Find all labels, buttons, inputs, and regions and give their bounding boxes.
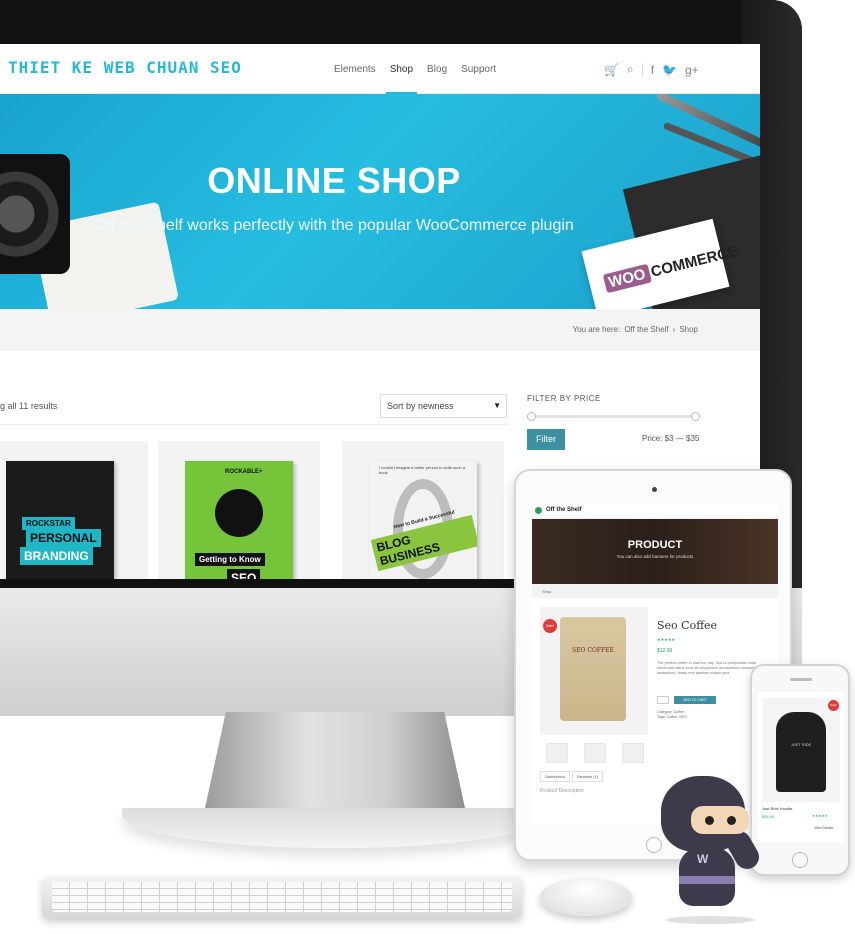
gallery-thumbnail[interactable] (584, 743, 606, 763)
product-name[interactable]: Just Ride Hoodie (762, 806, 792, 811)
nav-item-blog[interactable]: Blog (427, 64, 447, 75)
tablet-camera (652, 487, 657, 492)
caret-down-icon: ▼ (493, 401, 501, 410)
mascot-shadow (665, 916, 755, 924)
sale-badge: Sale! (828, 700, 839, 711)
breadcrumb-prefix: You are here: (572, 325, 621, 334)
quantity-input[interactable] (657, 696, 669, 704)
product-description-heading: Product Description (540, 788, 584, 794)
tab-description[interactable]: Description (540, 771, 571, 782)
google-plus-icon[interactable]: g+ (685, 63, 699, 77)
leaf-icon (535, 507, 542, 514)
product-price: $12.99 (657, 648, 673, 654)
mascot-face (691, 806, 749, 834)
hero-title: ONLINE SHOP (207, 160, 461, 201)
showcase: THIET KE WEB CHUAN SEO Elements Shop Blo… (0, 0, 855, 934)
bag-label: SEO COFFEE (572, 647, 614, 654)
gallery-thumbnail[interactable] (546, 743, 568, 763)
tablet-header: Off the Shelf (532, 503, 778, 519)
gallery-thumbnail[interactable] (622, 743, 644, 763)
tablet-logo[interactable]: Off the Shelf (546, 507, 582, 513)
breadcrumb-link-home[interactable]: Off the Shelf (624, 325, 668, 334)
book-cover-personal-branding: ROCKSTAR PERSONAL BRANDING (6, 461, 114, 579)
sort-value: Sort by newness (387, 401, 454, 411)
phone-screen: JUST RIDE Sale! Just Ride Hoodie $35.00 … (758, 692, 844, 842)
rating-stars: ★★★★★ (657, 637, 675, 642)
mascot-belt (679, 876, 735, 884)
add-to-cart-button[interactable]: ADD TO CART (674, 696, 716, 704)
filter-button[interactable]: Filter (527, 429, 565, 450)
product-card[interactable]: I couldn't imagine a better person to wr… (342, 441, 504, 579)
coffee-bag-image: SEO COFFEE (560, 617, 626, 721)
slider-handle-max[interactable] (691, 412, 700, 421)
site-logo[interactable]: THIET KE WEB CHUAN SEO (8, 58, 242, 77)
book-cover-getting-to-know-seo: ROCKABLE+ Getting to Know SEO (185, 461, 293, 579)
product-title: Seo Coffee (657, 619, 718, 632)
tablet-hero-subtitle: You can also add banners for products (616, 554, 694, 559)
product-card[interactable]: ROCKSTAR PERSONAL BRANDING (0, 441, 148, 579)
product-meta: Category: Coffee Tags: Coffee, SEO (657, 710, 687, 720)
product-card[interactable]: ROCKABLE+ Getting to Know SEO (158, 441, 320, 579)
facebook-icon[interactable]: f (651, 63, 654, 77)
price-range: Price: $3 — $35 (642, 434, 700, 443)
hero-banner: WOO COMMERCE ONLINE SHOP Off the Shelf wo… (0, 94, 760, 309)
view-details-link[interactable]: View Details (814, 826, 833, 830)
keyboard-keys (52, 882, 512, 912)
site-header: THIET KE WEB CHUAN SEO Elements Shop Blo… (0, 44, 760, 95)
product-price: $35.00 (762, 814, 775, 819)
product-tabs: Description Reviews (1) (540, 771, 604, 782)
search-icon[interactable]: ⌕ (627, 62, 634, 77)
mouse (540, 878, 632, 916)
ninja-mascot: W (645, 770, 764, 926)
sort-select[interactable]: Sort by newness ▼ (380, 394, 507, 418)
slider-handle-min[interactable] (527, 412, 536, 421)
rating-stars: ★★★★★ (812, 814, 828, 818)
breadcrumb: You are here: Off the Shelf › Shop (573, 325, 698, 334)
book-cover-blog-business: I couldn't imagine a better person to wr… (369, 461, 477, 579)
imac-foot (122, 808, 552, 848)
cart-icon[interactable]: 🛒 (604, 63, 619, 77)
breadcrumb-bar: You are here: Off the Shelf › Shop (0, 309, 760, 350)
mascot-eye (705, 816, 714, 825)
result-count: g all 11 results (0, 401, 58, 411)
sale-badge: Sale! (543, 619, 557, 633)
imac-stand (205, 712, 465, 808)
product-tags[interactable]: Tags: Coffee, SEO (657, 715, 687, 720)
tablet-hero-title: PRODUCT (627, 539, 683, 551)
magnifier-icon (215, 489, 263, 537)
divider (0, 424, 510, 425)
tablet-hero: PRODUCT You can also add banners for pro… (532, 519, 778, 584)
mascot-w-logo: W (697, 852, 709, 866)
phone-speaker (790, 678, 812, 681)
keyboard (42, 876, 522, 918)
phone-device: JUST RIDE Sale! Just Ride Hoodie $35.00 … (750, 664, 850, 876)
hoodie-print: JUST RIDE (790, 742, 812, 747)
main-nav: Elements Shop Blog Support (334, 64, 496, 95)
home-button[interactable] (792, 852, 808, 868)
nav-item-support[interactable]: Support (461, 64, 496, 75)
tab-reviews[interactable]: Reviews (1) (572, 771, 604, 782)
header-divider (641, 62, 643, 77)
nav-item-elements[interactable]: Elements (334, 64, 376, 75)
product-image[interactable]: JUST RIDE (762, 698, 840, 802)
mascot-head (661, 776, 749, 852)
tablet-breadcrumb[interactable]: Shop (532, 584, 778, 598)
filter-title: FILTER BY PRICE (527, 394, 601, 403)
twitter-icon[interactable]: 🐦 (662, 63, 677, 77)
nav-item-shop[interactable]: Shop (385, 64, 418, 95)
breadcrumb-current: Shop (679, 325, 698, 334)
hoodie-image: JUST RIDE (776, 712, 826, 792)
header-icons: 🛒 ⌕ f 🐦 g+ (604, 62, 699, 77)
price-slider[interactable] (527, 412, 700, 421)
mascot-eye (727, 816, 736, 825)
breadcrumb-separator: › (672, 325, 676, 334)
hero-subtitle: Off the Shelf works perfectly with the p… (94, 217, 574, 234)
